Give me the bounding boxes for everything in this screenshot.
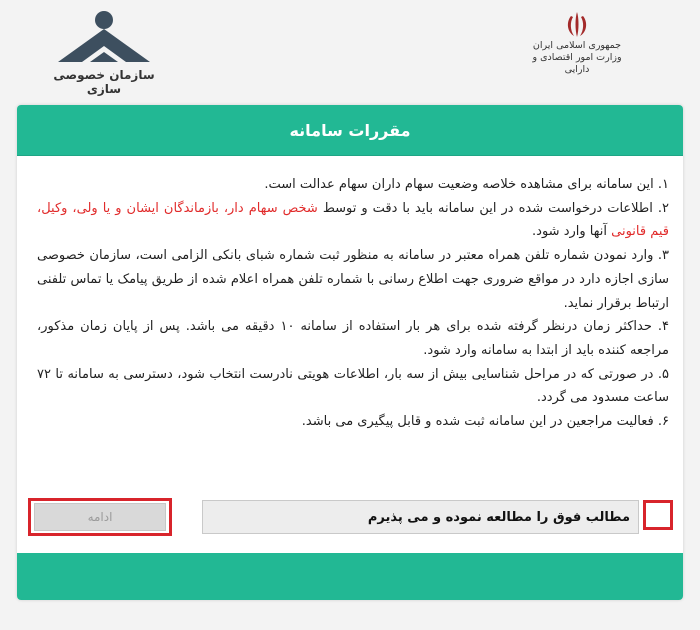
rule-text: وارد نمودن شماره تلفن همراه معتبر در سام… [37,248,669,311]
rule-number: ۵. [653,366,669,382]
rule-item: ۵. در صورتی که در مراحل شناسایی بیش از س… [37,363,669,410]
iran-emblem-icon [567,12,587,37]
panel-header: مقررات سامانه [17,105,683,156]
rule-text: در صورتی که در مراحل شناسایی بیش از سه ب… [37,366,669,406]
rule-item: ۱. این سامانه برای مشاهده خلاصه وضعیت سه… [37,173,669,197]
rule-text-end: آنها وارد شود. [532,224,612,240]
rule-item: ۶. فعالیت مراجعین در این سامانه ثبت شده … [37,410,669,434]
rule-text: اطلاعات درخواست شده در این سامانه باید ب… [317,200,653,216]
rule-text: این سامانه برای مشاهده خلاصه وضعیت سهام … [264,177,654,192]
rule-item: ۴. حداکثر زمان درنظر گرفته شده برای هر ب… [37,315,669,362]
rule-text: فعالیت مراجعین در این سامانه ثبت شده و ق… [301,414,654,430]
agree-label: مطالب فوق را مطالعه نموده و می پذیرم [367,509,630,525]
rule-number: ۴. [651,319,670,335]
rule-number: ۱. [653,177,669,192]
page-header: سازمان خصوصی سازی جمهوری اسلامی ایران وز… [0,0,700,100]
panel-title: مقررات سامانه [289,120,411,140]
agreement-box[interactable]: مطالب فوق را مطالعه نموده و می پذیرم [202,500,639,534]
continue-button-frame: ادامه [28,498,172,536]
rule-item: ۳. وارد نمودن شماره تلفن همراه معتبر در … [37,244,669,315]
org-name: سازمان خصوصی سازی [53,68,155,96]
agreement-row: مطالب فوق را مطالعه نموده و می پذیرم ادا… [17,493,683,539]
panel-footer [17,553,683,600]
rule-text: حداکثر زمان درنظر گرفته شده برای هر بار … [37,319,669,358]
continue-button[interactable]: ادامه [34,503,166,531]
gov-name: جمهوری اسلامی ایران [532,40,622,51]
agree-checkbox[interactable] [643,500,673,530]
ministry-name: وزارت امور اقتصادی و دارایی [532,52,622,75]
privatization-logo-icon [58,11,150,62]
rule-number: ۲. [652,200,670,216]
rule-number: ۶. [653,414,669,430]
rule-number: ۳. [653,248,669,264]
government-emblem: جمهوری اسلامی ایران وزارت امور اقتصادی و… [522,10,632,80]
privatization-org-logo: سازمان خصوصی سازی [44,10,164,96]
rules-list: ۱. این سامانه برای مشاهده خلاصه وضعیت سه… [17,156,683,434]
rules-panel: مقررات سامانه ۱. این سامانه برای مشاهده … [17,105,683,600]
rule-item: ۲. اطلاعات درخواست شده در این سامانه بای… [37,197,669,244]
